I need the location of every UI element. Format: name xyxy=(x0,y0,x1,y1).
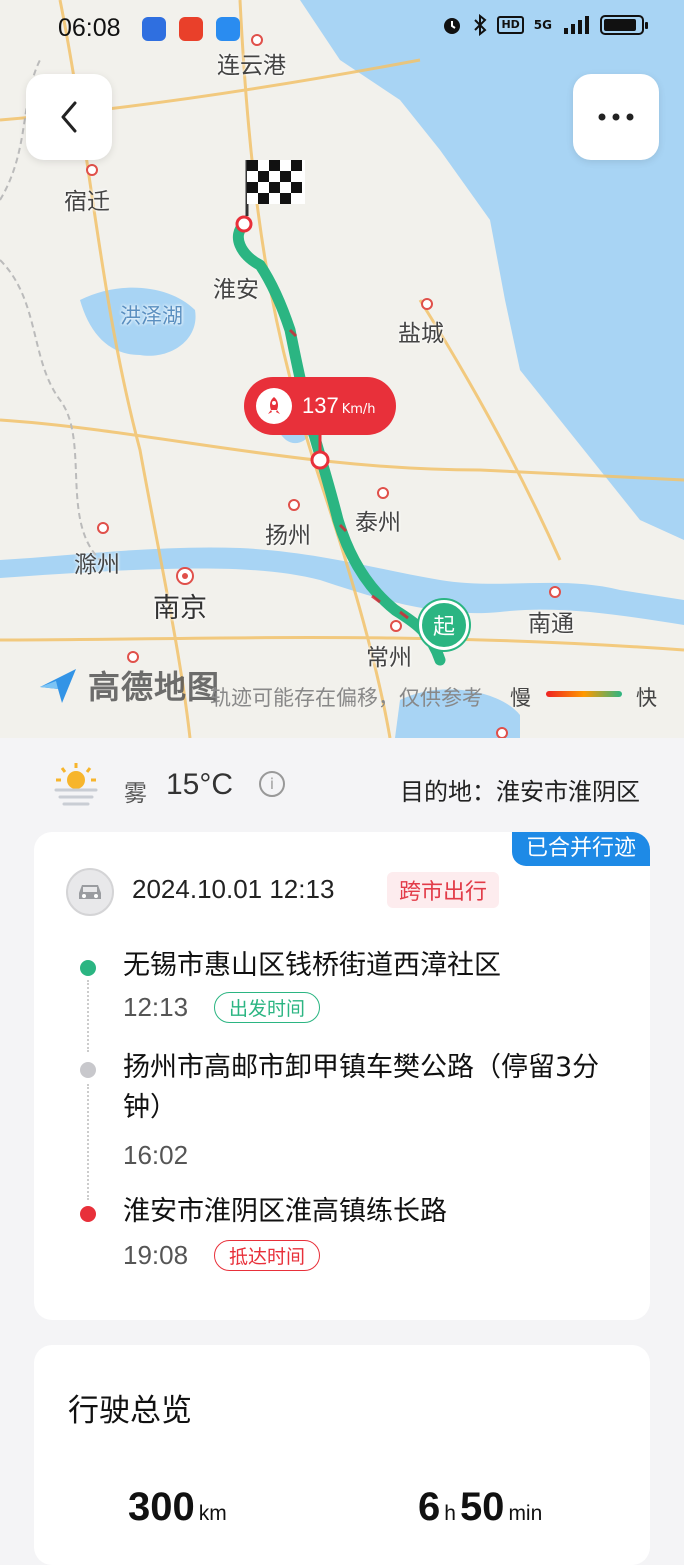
car-icon xyxy=(66,868,114,916)
total-distance: 300 km xyxy=(128,1485,231,1530)
timeline-connector xyxy=(87,980,91,1052)
start-dot xyxy=(80,960,96,976)
hours-value: 6 xyxy=(418,1485,441,1529)
status-bar: 06:08 HD 5G xyxy=(0,0,684,62)
city-label-taizhou: 泰州 xyxy=(355,510,401,536)
amap-logo-text: 高德地图 xyxy=(88,668,221,706)
waypoint-dot xyxy=(80,1062,96,1078)
speed-unit: Km/h xyxy=(341,401,376,417)
departure-tag: 出发时间 xyxy=(214,992,321,1023)
hours-unit: h xyxy=(444,1502,456,1525)
weather-temperature: 15°C xyxy=(166,768,234,801)
hd-icon: HD xyxy=(497,16,524,34)
stop-time: 16:02 xyxy=(123,1140,189,1170)
city-label-chuzhou: 滁州 xyxy=(74,552,120,578)
city-label-yangzhou: 扬州 xyxy=(265,523,311,549)
max-speed-marker[interactable]: 137 Km/h xyxy=(244,377,396,435)
minutes-unit: min xyxy=(508,1502,543,1525)
stop-address: 扬州市高邮市卸甲镇车樊公路（停留3分钟） xyxy=(123,1052,600,1123)
status-time: 06:08 xyxy=(58,14,121,42)
network-type: 5G xyxy=(533,18,552,32)
baidu-app-icon xyxy=(142,17,166,41)
rocket-icon xyxy=(256,388,292,424)
weather-condition: 雾 xyxy=(124,781,147,807)
stop-time: 12:13 xyxy=(123,992,189,1022)
destination-text: 目的地：淮安市淮阴区 xyxy=(400,778,640,806)
lake-label-hongzehu: 洪泽湖 xyxy=(120,304,183,328)
weather-bar: 雾 15°C i 目的地：淮安市淮阴区 xyxy=(0,738,684,830)
stop-time: 19:08 xyxy=(123,1240,189,1270)
stop-address: 淮安市淮阴区淮高镇练长路 xyxy=(123,1196,447,1227)
legend-fast-label: 快 xyxy=(636,686,657,710)
overview-title: 行驶总览 xyxy=(68,1393,192,1429)
speed-legend-bar xyxy=(546,691,622,697)
stop-address: 无锡市惠山区钱桥街道西漳社区 xyxy=(123,950,501,981)
start-marker[interactable]: 起 xyxy=(419,600,469,650)
overview-card: 行驶总览 300 km 6 h 50 min xyxy=(34,1345,650,1565)
video-app-icon xyxy=(179,17,203,41)
more-button[interactable] xyxy=(573,74,659,160)
merged-badge: 已合并行迹 xyxy=(511,832,650,866)
trip-card[interactable]: 已合并行迹 2024.10.01 12:13 跨市出行 无锡市惠山区钱桥街道西漳… xyxy=(34,832,650,1320)
legend-slow-label: 慢 xyxy=(510,686,531,710)
distance-value: 300 xyxy=(128,1485,195,1529)
trip-datetime: 2024.10.01 12:13 xyxy=(132,874,335,904)
more-icon xyxy=(598,113,634,121)
minutes-value: 50 xyxy=(459,1485,505,1529)
chevron-left-icon xyxy=(61,101,77,133)
signal-icon xyxy=(564,16,589,34)
back-button[interactable] xyxy=(26,74,112,160)
total-duration: 6 h 50 min xyxy=(418,1485,546,1530)
max-speed-value: 137 xyxy=(302,393,339,418)
info-icon[interactable]: i xyxy=(259,771,285,797)
city-label-nanjing: 南京 xyxy=(153,593,207,624)
timeline-connector xyxy=(87,1084,91,1200)
amap-logo-icon xyxy=(40,669,76,703)
city-label-changzhou: 常州 xyxy=(366,645,412,671)
alarm-icon xyxy=(444,18,461,34)
city-label-huaian: 淮安 xyxy=(213,277,259,303)
city-label-yancheng: 盐城 xyxy=(398,321,444,347)
trip-type-tag: 跨市出行 xyxy=(387,872,500,908)
message-app-icon xyxy=(216,17,240,41)
fog-sun-icon xyxy=(54,763,98,806)
bluetooth-icon xyxy=(474,14,487,36)
end-dot xyxy=(80,1206,96,1222)
distance-unit: km xyxy=(198,1502,227,1525)
city-label-nantong: 南通 xyxy=(528,611,574,637)
arrival-tag: 抵达时间 xyxy=(214,1240,321,1271)
track-disclaimer: 轨迹可能存在偏移，仅供参考 xyxy=(210,686,483,710)
city-label-suqian: 宿迁 xyxy=(64,189,110,215)
amap-logo: 高德地图 xyxy=(36,662,220,708)
battery-icon xyxy=(600,15,648,35)
